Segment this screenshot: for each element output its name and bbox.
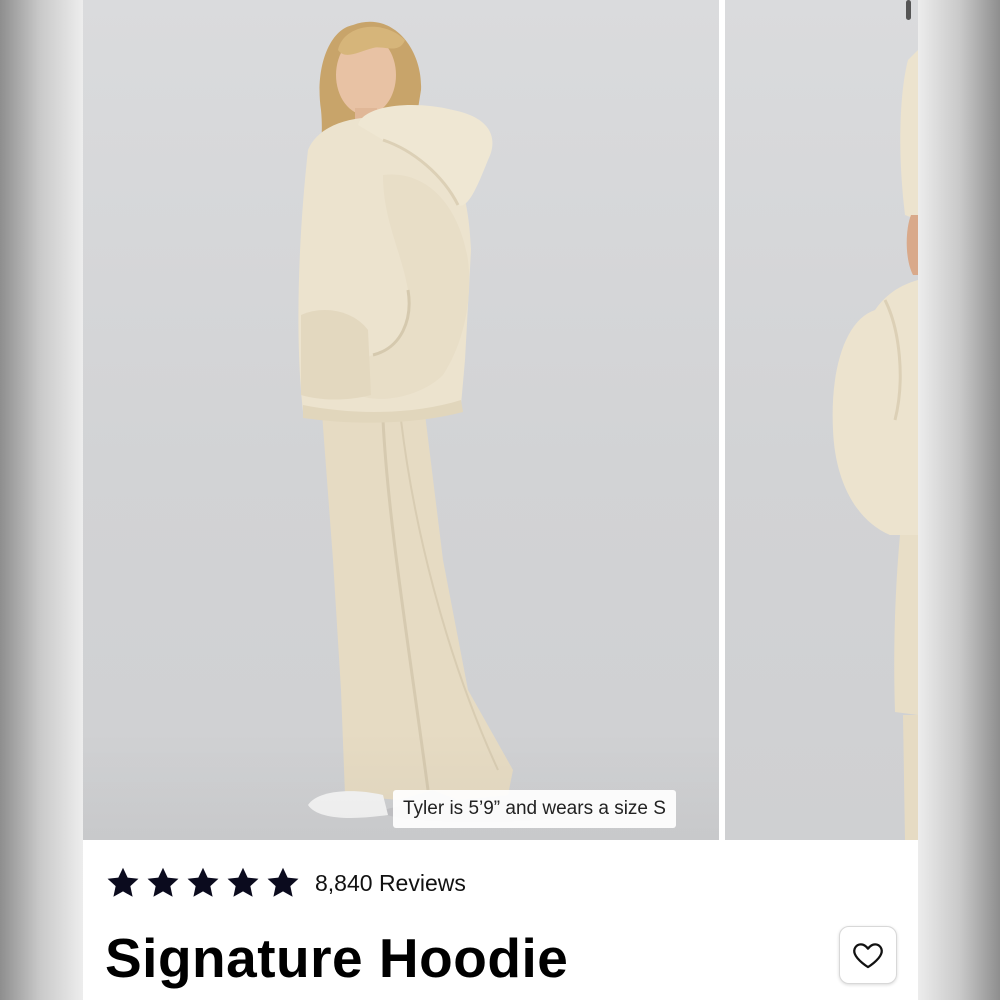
reviews-count-link[interactable]: 8,840 Reviews: [315, 870, 466, 897]
star-icon: [227, 867, 259, 897]
product-image-main[interactable]: Tyler is 5’9” and wears a size S: [83, 0, 719, 840]
wishlist-button[interactable]: [839, 926, 897, 984]
model-illustration: [298, 21, 573, 822]
star-icon: [107, 867, 139, 897]
star-rating: [105, 865, 301, 901]
heart-outline-icon: [853, 943, 883, 969]
product-image-carousel[interactable]: Tyler is 5’9” and wears a size S: [83, 0, 918, 840]
star-icon: [267, 867, 299, 897]
product-page: Tyler is 5’9” and wears a size S 8,840 R…: [83, 0, 918, 1000]
product-image-next[interactable]: [725, 0, 918, 840]
rating-row[interactable]: 8,840 Reviews: [105, 865, 466, 901]
model-illustration-partial: [832, 50, 918, 840]
model-size-caption: Tyler is 5’9” and wears a size S: [393, 790, 676, 828]
star-icon: [147, 867, 179, 897]
product-title: Signature Hoodie: [105, 927, 569, 989]
star-icon: [187, 867, 219, 897]
scroll-indicator[interactable]: [906, 0, 911, 20]
